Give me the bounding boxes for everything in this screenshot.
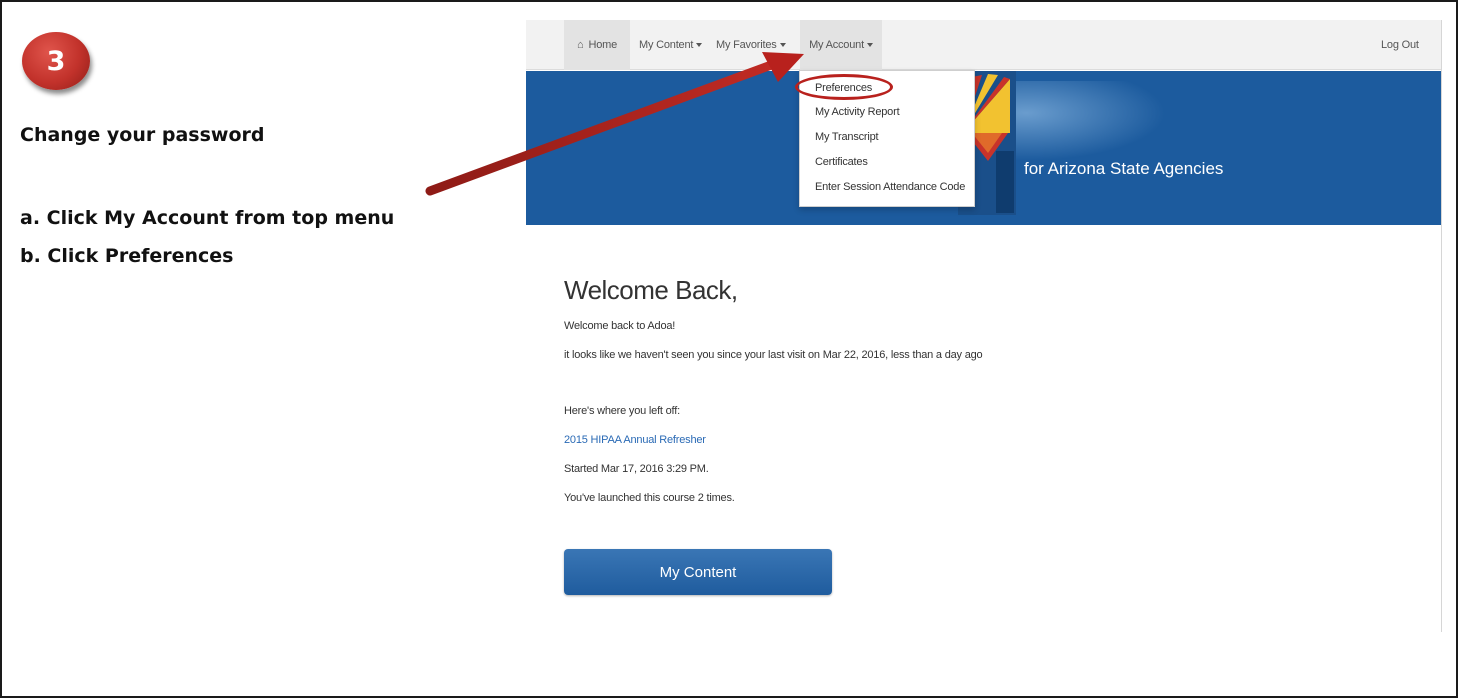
nav-my-account[interactable]: My Account [800,20,882,70]
nav-my-account-label: My Account [809,39,864,51]
course-launched-line: You've launched this course 2 times. [564,492,735,504]
tutorial-frame: 3 Change your password a. Click My Accou… [0,0,1458,698]
nav-my-content[interactable]: My Content [639,20,703,70]
last-visit-line: it looks like we haven't seen you since … [564,349,983,361]
menu-item-transcript[interactable]: My Transcript [815,131,879,143]
welcome-title: Welcome Back, [564,275,738,305]
left-off-label: Here's where you left off: [564,405,680,417]
menu-item-activity-report[interactable]: My Activity Report [815,106,900,118]
menu-item-preferences[interactable]: Preferences [815,82,872,94]
log-out-label: Log Out [1381,39,1419,51]
nav-my-favorites-label: My Favorites [716,39,777,51]
my-account-dropdown: Preferences My Activity Report My Transc… [795,70,975,207]
instruction-step-b: b. Click Preferences [20,245,234,267]
course-started-line: Started Mar 17, 2016 3:29 PM. [564,463,709,475]
nav-home-label: Home [588,39,617,51]
chevron-down-icon [866,43,873,47]
menu-item-attendance-code[interactable]: Enter Session Attendance Code [815,181,965,193]
app-screenshot: ⌂ Home My Content My Favorites My Accoun… [526,20,1442,632]
step-number-badge: 3 [22,32,90,90]
banner-title: for Arizona State Agencies [1024,159,1224,178]
home-icon: ⌂ [577,39,584,51]
my-content-button[interactable]: My Content [564,549,832,595]
log-out-link[interactable]: Log Out [1381,20,1419,70]
nav-my-content-label: My Content [639,39,694,51]
nav-my-favorites[interactable]: My Favorites [716,20,786,70]
chevron-down-icon [779,43,786,47]
instruction-heading: Change your password [20,124,265,146]
hero-banner: for Arizona State Agencies [526,71,1441,225]
course-link[interactable]: 2015 HIPAA Annual Refresher [564,434,706,446]
chevron-down-icon [696,43,703,47]
menu-item-certificates[interactable]: Certificates [815,156,868,168]
top-navbar: ⌂ Home My Content My Favorites My Accoun… [526,20,1441,70]
instruction-step-a: a. Click My Account from top menu [20,207,395,229]
nav-home[interactable]: ⌂ Home [564,20,630,70]
welcome-line: Welcome back to Adoa! [564,320,676,332]
